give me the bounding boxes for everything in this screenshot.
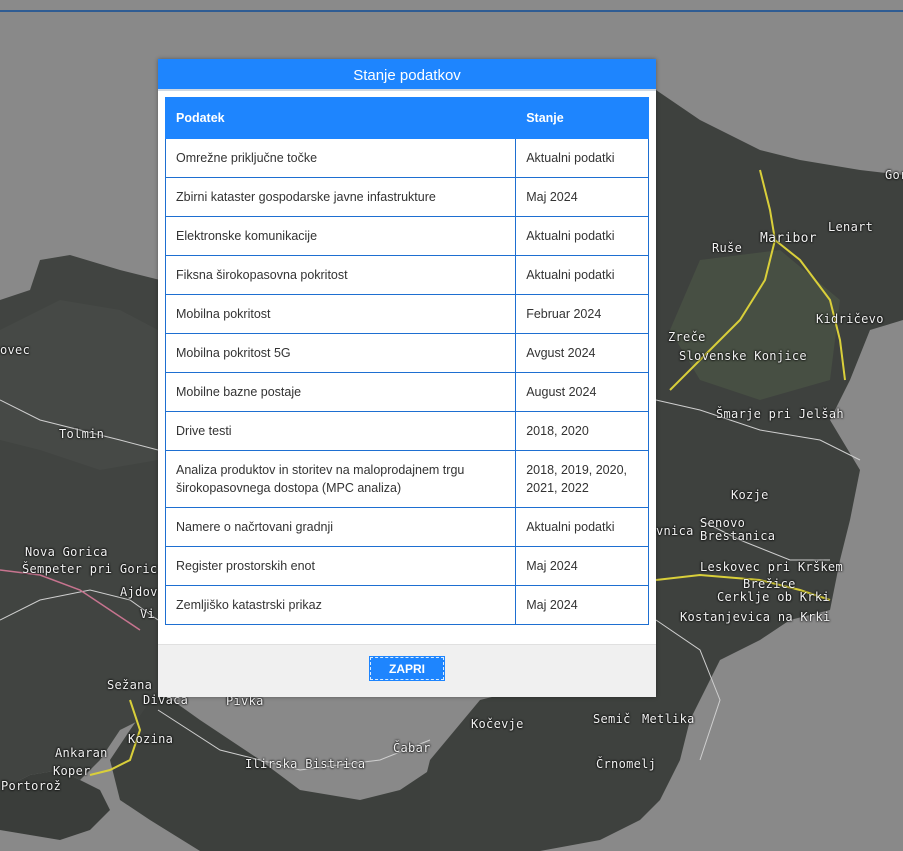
table-row: Fiksna širokopasovna pokritost Aktualni … (164, 255, 649, 295)
map-label-brestanica: Brestanica (700, 529, 776, 543)
cell-stanje: Maj 2024 (515, 585, 649, 625)
table-row: Register prostorskih enot Maj 2024 (164, 546, 649, 586)
data-status-table-wrapper: Podatek Stanje Omrežne priključne točke … (164, 97, 649, 625)
map-label-cerklje: Cerklje ob Krki (717, 590, 830, 604)
cell-podatek: Register prostorskih enot (164, 546, 517, 586)
cell-stanje: Aktualni podatki (515, 216, 649, 256)
cell-stanje: August 2024 (515, 372, 649, 412)
map-label-ruse: Ruše (712, 241, 743, 255)
cell-podatek: Omrežne priključne točke (164, 138, 517, 178)
cell-stanje: Aktualni podatki (515, 507, 649, 547)
map-label-koper: Koper (53, 764, 91, 778)
map-label-crnomelj: Črnomelj (596, 757, 657, 771)
map-forest-area-west (0, 300, 158, 470)
cell-podatek: Analiza produktov in storitev na malopro… (164, 450, 517, 508)
map-label-tolmin: Tolmin (59, 427, 105, 441)
map-label-gornja: Gor (885, 168, 903, 182)
map-label-vnica: vnica (656, 524, 694, 538)
map-label-brezice: Brežice (743, 577, 796, 591)
map-label-leskovec: Leskovec pri Krškem (700, 560, 843, 574)
map-label-vipava: Vi (140, 607, 156, 621)
dialog-title: Stanje podatkov (158, 59, 656, 91)
cell-stanje: Februar 2024 (515, 294, 649, 334)
cell-stanje: 2018, 2020 (515, 411, 649, 451)
cell-podatek: Elektronske komunikacije (164, 216, 517, 256)
table-row: Zbirni kataster gospodarske javne infast… (164, 177, 649, 217)
cell-podatek: Namere o načrtovani gradnji (164, 507, 517, 547)
table-row: Mobilne bazne postaje August 2024 (164, 372, 649, 412)
cell-stanje: Maj 2024 (515, 177, 649, 217)
table-header-row: Podatek Stanje (164, 97, 649, 139)
map-label-kostanjevica: Kostanjevica na Krki (680, 610, 831, 624)
map-label-lenart: Lenart (828, 220, 874, 234)
column-header-stanje: Stanje (515, 97, 649, 139)
map-label-ajdovscina: Ajdov (120, 585, 158, 599)
table-row: Mobilna pokritost Februar 2024 (164, 294, 649, 334)
table-row: Analiza produktov in storitev na malopro… (164, 450, 649, 508)
map-label-senovo: Senovo (700, 516, 746, 530)
map-label-portoroz: Portorož (1, 779, 62, 793)
cell-stanje: 2018, 2019, 2020, 2021, 2022 (515, 450, 649, 508)
table-row: Namere o načrtovani gradnji Aktualni pod… (164, 507, 649, 547)
table-row: Zemljiško katastrski prikaz Maj 2024 (164, 585, 649, 625)
cell-podatek: Fiksna širokopasovna pokritost (164, 255, 517, 295)
column-header-podatek: Podatek (164, 97, 517, 139)
data-status-table: Podatek Stanje Omrežne priključne točke … (164, 97, 649, 625)
cell-podatek: Mobilna pokritost (164, 294, 517, 334)
map-label-kidricevo: Kidričevo (816, 312, 884, 326)
map-label-ilirska-bistrica: Ilirska Bistrica (245, 757, 366, 771)
cell-podatek: Mobilna pokritost 5G (164, 333, 517, 373)
data-status-dialog: Stanje podatkov Podatek Stanje Omrežne p… (158, 59, 656, 697)
map-label-kozje: Kozje (731, 488, 769, 502)
cell-stanje: Aktualni podatki (515, 138, 649, 178)
map-label-kozina: Kozina (128, 732, 174, 746)
table-row: Elektronske komunikacije Aktualni podatk… (164, 216, 649, 256)
cell-podatek: Zbirni kataster gospodarske javne infast… (164, 177, 517, 217)
map-label-semic: Semič (593, 712, 631, 726)
map-label-zrece: Zreče (668, 330, 706, 344)
map-label-kocevje: Kočevje (471, 717, 524, 731)
cell-podatek: Mobilne bazne postaje (164, 372, 517, 412)
cell-podatek: Zemljiško katastrski prikaz (164, 585, 517, 625)
map-label-maribor: Maribor (760, 231, 817, 246)
cell-stanje: Maj 2024 (515, 546, 649, 586)
map-label-slovenske-konjice: Slovenske Konjice (679, 349, 807, 363)
cell-stanje: Avgust 2024 (515, 333, 649, 373)
cell-stanje: Aktualni podatki (515, 255, 649, 295)
map-label-bovec: ovec (0, 343, 31, 357)
map-label-sezana: Sežana (107, 678, 153, 692)
table-row: Drive testi 2018, 2020 (164, 411, 649, 451)
map-label-ankaran: Ankaran (55, 746, 108, 760)
map-label-cabar: Čabar (393, 741, 431, 755)
cell-podatek: Drive testi (164, 411, 517, 451)
map-label-sempeter: Šempeter pri Gorici (22, 562, 165, 576)
table-row: Omrežne priključne točke Aktualni podatk… (164, 138, 649, 178)
map-label-smarje-pri-jelsah: Šmarje pri Jelšah (716, 407, 844, 421)
close-button[interactable]: ZAPRI (369, 656, 445, 681)
dialog-footer: ZAPRI (158, 644, 656, 697)
map-label-nova-gorica: Nova Gorica (25, 545, 108, 559)
table-row: Mobilna pokritost 5G Avgust 2024 (164, 333, 649, 373)
map-label-metlika: Metlika (642, 712, 695, 726)
